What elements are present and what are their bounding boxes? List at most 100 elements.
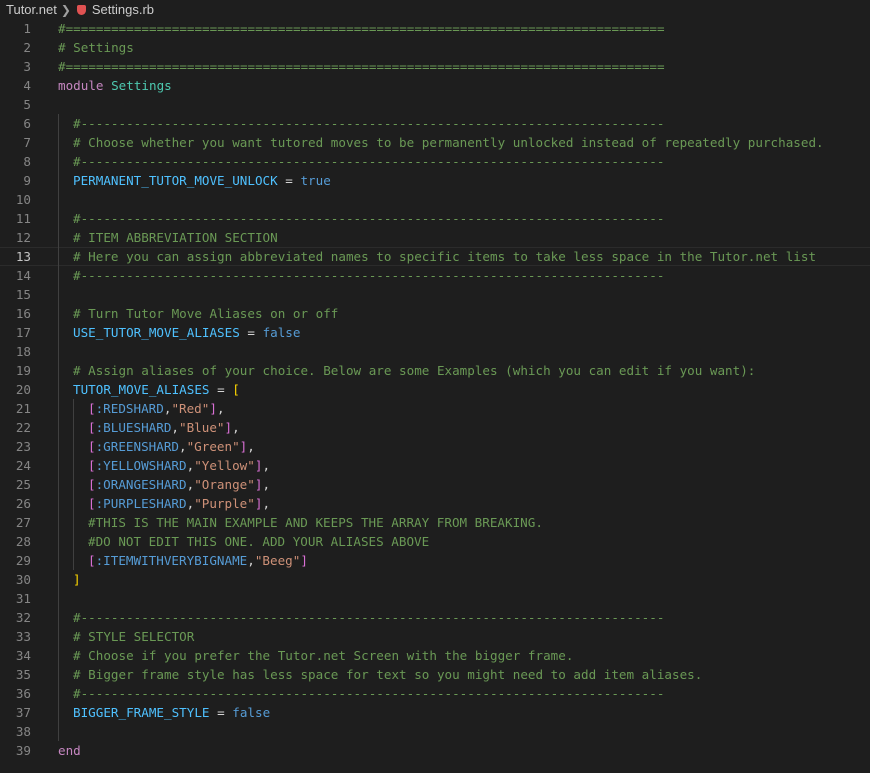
line-number: 28 bbox=[15, 534, 31, 549]
line-number: 20 bbox=[15, 382, 31, 397]
token-comment: # Here you can assign abbreviated names … bbox=[73, 249, 817, 264]
line-number: 22 bbox=[15, 420, 31, 435]
indent-guide bbox=[58, 532, 59, 551]
token-op: , bbox=[247, 553, 255, 568]
code-line[interactable]: 34 # Choose if you prefer the Tutor.net S… bbox=[0, 646, 870, 665]
token-comment: #DO NOT EDIT THIS ONE. ADD YOUR ALIASES … bbox=[88, 534, 430, 549]
code-line[interactable]: 37 BIGGER_FRAME_STYLE = false bbox=[0, 703, 870, 722]
code-line[interactable]: 16 # Turn Tutor Move Aliases on or off bbox=[0, 304, 870, 323]
code-line[interactable]: 30] bbox=[0, 570, 870, 589]
code-line[interactable]: 33 # STYLE SELECTOR bbox=[0, 627, 870, 646]
code-line[interactable]: 17 USE_TUTOR_MOVE_ALIASES = false bbox=[0, 323, 870, 342]
line-number: 29 bbox=[15, 553, 31, 568]
token-module: Settings bbox=[111, 78, 172, 93]
code-line[interactable]: 22 [:BLUESHARD,"Blue"], bbox=[0, 418, 870, 437]
line-number: 25 bbox=[15, 477, 31, 492]
code-text: [:GREENSHARD,"Green"], bbox=[88, 437, 255, 456]
code-line[interactable]: 1 #======================================… bbox=[0, 19, 870, 38]
indent-guide bbox=[58, 114, 59, 133]
indent-guide bbox=[58, 152, 59, 171]
code-line[interactable]: 13 # Here you can assign abbreviated name… bbox=[0, 247, 870, 266]
code-line[interactable]: 18 bbox=[0, 342, 870, 361]
token-comment: #---------------------------------------… bbox=[73, 154, 665, 169]
indent-guide bbox=[58, 323, 59, 342]
code-line[interactable]: 38 bbox=[0, 722, 870, 741]
indent-guide bbox=[58, 551, 59, 570]
breadcrumb: Tutor.net ❯ Settings.rb bbox=[0, 0, 870, 19]
code-line[interactable]: 4 module Settings bbox=[0, 76, 870, 95]
line-number: 3 bbox=[23, 59, 31, 74]
code-text: PERMANENT_TUTOR_MOVE_UNLOCK = true bbox=[73, 171, 331, 190]
code-line[interactable]: 19 # Assign aliases of your choice. Below… bbox=[0, 361, 870, 380]
code-editor[interactable]: 1 #======================================… bbox=[0, 19, 870, 773]
code-line[interactable]: 36 #-------------------------------------… bbox=[0, 684, 870, 703]
code-text: #DO NOT EDIT THIS ONE. ADD YOUR ALIASES … bbox=[88, 532, 429, 551]
code-text: ] bbox=[73, 570, 81, 589]
code-line[interactable]: 10 bbox=[0, 190, 870, 209]
line-number: 32 bbox=[15, 610, 31, 625]
code-line[interactable]: 11 #-------------------------------------… bbox=[0, 209, 870, 228]
line-number: 18 bbox=[15, 344, 31, 359]
indent-guide bbox=[58, 285, 59, 304]
code-line[interactable]: 7 # Choose whether you want tutored moves… bbox=[0, 133, 870, 152]
code-line[interactable]: 20 TUTOR_MOVE_ALIASES = [ bbox=[0, 380, 870, 399]
code-line[interactable]: 8 #--------------------------------------… bbox=[0, 152, 870, 171]
code-line[interactable]: 26 [:PURPLESHARD,"Purple"], bbox=[0, 494, 870, 513]
indent-guide bbox=[73, 494, 74, 513]
code-line[interactable]: 9 PERMANENT_TUTOR_MOVE_UNLOCK = true bbox=[0, 171, 870, 190]
token-const: BIGGER_FRAME_STYLE bbox=[73, 705, 210, 720]
code-line[interactable]: 29 [:ITEMWITHVERYBIGNAME,"Beeg"] bbox=[0, 551, 870, 570]
code-line[interactable]: 35 # Bigger frame style has less space fo… bbox=[0, 665, 870, 684]
code-line[interactable]: 23 [:GREENSHARD,"Green"], bbox=[0, 437, 870, 456]
code-line[interactable]: 14 #-------------------------------------… bbox=[0, 266, 870, 285]
code-line[interactable]: 27 #THIS IS THE MAIN EXAMPLE AND KEEPS TH… bbox=[0, 513, 870, 532]
line-number: 14 bbox=[15, 268, 31, 283]
line-number: 12 bbox=[15, 230, 31, 245]
code-line[interactable]: 2 # Settings bbox=[0, 38, 870, 57]
code-text: module Settings bbox=[58, 76, 172, 95]
line-number: 17 bbox=[15, 325, 31, 340]
code-line[interactable]: 24 [:YELLOWSHARD,"Yellow"], bbox=[0, 456, 870, 475]
indent-guide bbox=[58, 513, 59, 532]
indent-guide bbox=[58, 627, 59, 646]
indent-guide bbox=[58, 589, 59, 608]
code-line[interactable]: 12 # ITEM ABBREVIATION SECTION bbox=[0, 228, 870, 247]
token-comment: #---------------------------------------… bbox=[73, 211, 665, 226]
indent-guide bbox=[73, 551, 74, 570]
code-line[interactable]: 5 bbox=[0, 95, 870, 114]
line-number: 21 bbox=[15, 401, 31, 416]
token-comment: #=======================================… bbox=[58, 21, 665, 36]
token-comment: #---------------------------------------… bbox=[73, 686, 665, 701]
code-line[interactable]: 3 #======================================… bbox=[0, 57, 870, 76]
token-comment: # Assign aliases of your choice. Below a… bbox=[73, 363, 756, 378]
token-comment: # Choose whether you want tutored moves … bbox=[73, 135, 824, 150]
token-op: , bbox=[262, 496, 271, 511]
code-line[interactable]: 39 end bbox=[0, 741, 870, 760]
token-op: , bbox=[232, 420, 240, 435]
token-symbol: :REDSHARD bbox=[95, 401, 164, 416]
indent-guide bbox=[58, 133, 59, 152]
code-line[interactable]: 6 #--------------------------------------… bbox=[0, 114, 870, 133]
code-text: # Assign aliases of your choice. Below a… bbox=[73, 361, 755, 380]
token-string: "Orange" bbox=[194, 477, 255, 492]
code-line[interactable]: 31 bbox=[0, 589, 870, 608]
token-bool: false bbox=[262, 325, 301, 340]
breadcrumb-folder[interactable]: Tutor.net bbox=[6, 2, 57, 17]
token-op: , bbox=[262, 477, 271, 492]
code-line[interactable]: 25 [:ORANGESHARD,"Orange"], bbox=[0, 475, 870, 494]
code-text: #=======================================… bbox=[58, 57, 665, 76]
chevron-right-icon: ❯ bbox=[60, 2, 71, 17]
token-bracket2: [ bbox=[88, 401, 96, 416]
token-comment: #=======================================… bbox=[58, 59, 665, 74]
code-line[interactable]: 21 [:REDSHARD,"Red"], bbox=[0, 399, 870, 418]
line-number: 36 bbox=[15, 686, 31, 701]
indent-guide bbox=[58, 494, 59, 513]
code-line[interactable]: 28 #DO NOT EDIT THIS ONE. ADD YOUR ALIASE… bbox=[0, 532, 870, 551]
breadcrumb-file[interactable]: Settings.rb bbox=[92, 2, 154, 17]
token-bracket2: ] bbox=[224, 420, 233, 435]
line-number: 15 bbox=[15, 287, 31, 302]
code-line[interactable]: 32 #-------------------------------------… bbox=[0, 608, 870, 627]
indent-guide bbox=[58, 665, 59, 684]
code-line[interactable]: 15 bbox=[0, 285, 870, 304]
token-bracket2: [ bbox=[88, 496, 96, 511]
